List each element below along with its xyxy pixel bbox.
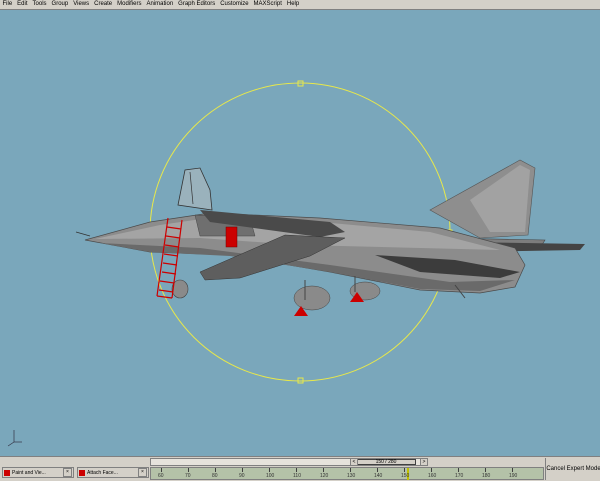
trackbar-tick (269, 468, 270, 472)
trackbar-tick-label: 70 (185, 473, 191, 479)
menu-edit[interactable]: Edit (15, 0, 30, 9)
trackbar-tick (296, 468, 297, 472)
trackbar-tick-label: 180 (482, 473, 491, 479)
time-slider-next-button[interactable]: > (420, 458, 428, 466)
close-icon[interactable]: × (138, 468, 147, 477)
cancel-expert-mode-button[interactable]: Cancel Expert Mode (545, 458, 600, 480)
trackbar-tick-label: 170 (455, 473, 464, 479)
time-slider-thumb[interactable]: 150 / 280 (356, 459, 416, 465)
menu-animation[interactable]: Animation (144, 0, 176, 9)
trackbar-tick (431, 468, 432, 472)
axis-tripod-icon (7, 430, 22, 447)
menu-help[interactable]: Help (284, 0, 301, 9)
track-bar[interactable]: 60 70 80 90 100 110 120 130 140 150 160 170 180 190 (150, 467, 544, 480)
perspective-viewport[interactable] (0, 10, 600, 456)
task-label: Attach Face... (87, 469, 118, 476)
trackbar-tick (404, 468, 405, 472)
trackbar-tick (377, 468, 378, 472)
aircraft-pitot (75, 231, 91, 237)
trackbar-tick-label: 150 (401, 473, 410, 479)
time-slider-prev-button[interactable]: < (350, 458, 358, 466)
menu-create[interactable]: Create (92, 0, 115, 9)
trackbar-tick-label: 100 (266, 473, 275, 479)
trackbar-tick (512, 468, 513, 472)
trackbar-tick (242, 468, 243, 472)
bottom-panel: 150 / 280 < > Paint and Vie... × Attach … (0, 456, 600, 481)
menu-maxscript[interactable]: MAXScript (251, 0, 284, 9)
menu-tools[interactable]: Tools (30, 0, 49, 9)
trackbar-tick-label: 140 (374, 473, 383, 479)
trackbar-tick-label: 110 (293, 473, 301, 479)
trackbar-tick (485, 468, 486, 472)
task-paint-and-view[interactable]: Paint and Vie... × (2, 467, 74, 478)
trackbar-tick-label: 160 (428, 473, 437, 479)
menu-modifiers[interactable]: Modifiers (115, 0, 144, 9)
menu-views[interactable]: Views (71, 0, 92, 9)
trackbar-tick-label: 120 (320, 473, 329, 479)
task-attach-face[interactable]: Attach Face... × (77, 467, 149, 478)
selected-panel[interactable] (225, 226, 238, 248)
aircraft-canopy[interactable] (177, 167, 213, 211)
trackbar-tick-label: 130 (347, 473, 356, 479)
menu-bar: File Edit Tools Group Views Create Modif… (0, 0, 600, 10)
trackbar-tick (350, 468, 351, 472)
trackbar-tick-label: 80 (212, 473, 218, 479)
trackbar-tick (188, 468, 189, 472)
menu-file[interactable]: File (0, 0, 15, 9)
trackbar-tick (458, 468, 459, 472)
trackbar-tick-label: 90 (239, 473, 245, 479)
fuel-tank-left[interactable] (293, 285, 331, 311)
trackbar-tick (161, 468, 162, 472)
menu-group[interactable]: Group (49, 0, 71, 9)
trackbar-tick-label: 60 (158, 473, 164, 479)
trackbar-tick (323, 468, 324, 472)
time-slider[interactable]: 150 / 280 (150, 458, 428, 466)
close-icon[interactable]: × (63, 468, 72, 477)
task-buttons: Paint and Vie... × Attach Face... × (0, 467, 149, 479)
menu-customize[interactable]: Customize (218, 0, 251, 9)
viewport-scene (7, 80, 585, 447)
trackbar-tick-label: 190 (509, 473, 518, 479)
task-icon (4, 469, 10, 476)
task-label: Paint and Vie... (12, 469, 46, 476)
task-icon (79, 469, 85, 476)
trackbar-tick (215, 468, 216, 472)
menu-graph-editors[interactable]: Graph Editors (176, 0, 218, 9)
